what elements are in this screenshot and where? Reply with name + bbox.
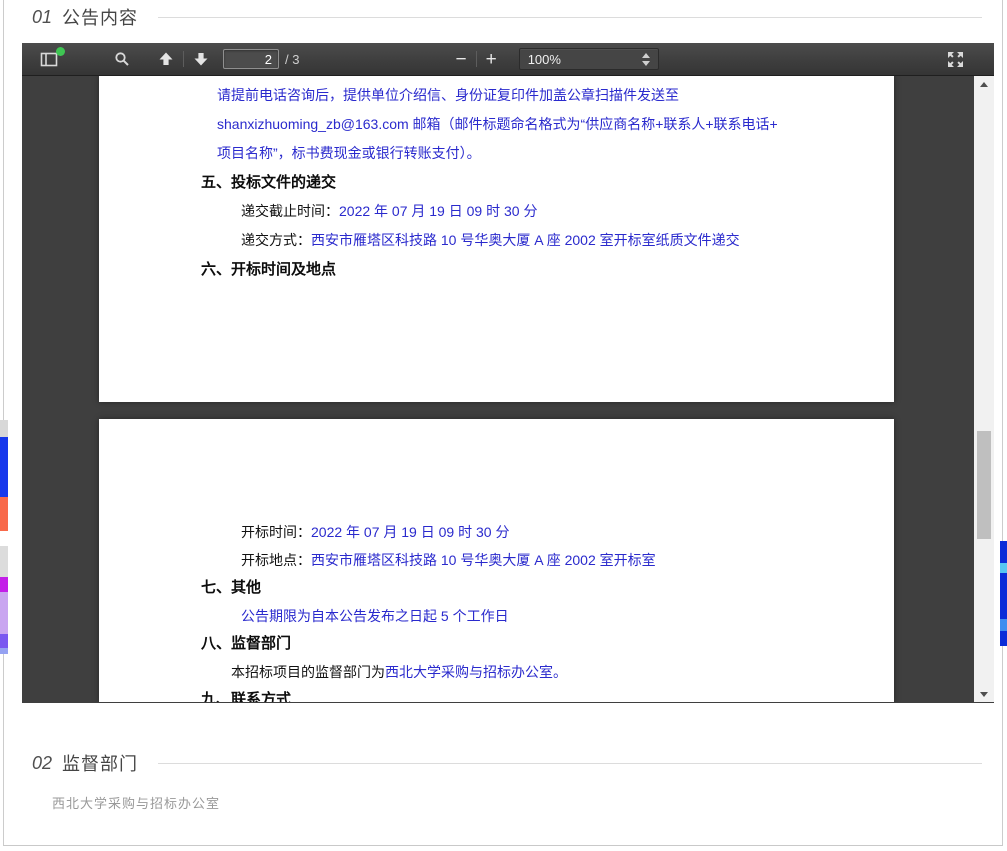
share-widget-segment[interactable]: [0, 592, 8, 634]
zoom-out-icon: −: [455, 50, 466, 69]
pdf-viewer: / 3 − + 100%: [22, 43, 994, 703]
left-share-widget[interactable]: [0, 420, 8, 654]
share-widget-segment[interactable]: [0, 648, 8, 654]
page-number-input[interactable]: [223, 49, 279, 69]
doc-value: 西安市雁塔区科技路 10 号华奥大厦 A 座 2002 室开标室: [311, 552, 656, 568]
fullscreen-icon: [947, 51, 964, 68]
supervision-department-text: 西北大学采购与招标办公室: [52, 793, 220, 812]
doc-section-heading: 五、投标文件的递交: [99, 168, 894, 197]
share-widget-segment[interactable]: [0, 420, 8, 437]
sidebar-toggle-icon: [40, 51, 58, 67]
doc-label: 递交截止时间：: [241, 203, 339, 219]
section-number: 01: [32, 7, 52, 28]
notification-dot-icon: [56, 47, 65, 56]
doc-label: 本招标项目的监督部门为: [231, 664, 385, 680]
page-down-icon: [193, 51, 209, 67]
pdf-scrollbar[interactable]: [974, 76, 994, 702]
doc-text-line: 公告期限为自本公告发布之日起 5 个工作日: [99, 602, 894, 630]
zoom-level-select[interactable]: 100%: [519, 48, 659, 70]
search-icon: [114, 51, 130, 67]
section-heading-announcement: 01 公告内容: [32, 4, 982, 30]
doc-text-line: 请提前电话咨询后，提供单位介绍信、身份证复印件加盖公章扫描件发送至: [99, 81, 894, 110]
doc-text-line: 项目名称”，标书费现金或银行转账支付）。: [99, 139, 894, 168]
share-widget-segment[interactable]: [0, 437, 8, 497]
previous-page-button[interactable]: [152, 46, 180, 72]
heading-divider-line: [158, 17, 982, 18]
doc-section-heading: 七、其他: [99, 574, 894, 602]
doc-value: 2022 年 07 月 19 日 09 时 30 分: [339, 203, 537, 219]
zoom-select-spinner-icon: [642, 53, 650, 66]
doc-value: 西安市雁塔区科技路 10 号华奥大厦 A 座 2002 室开标室纸质文件递交: [311, 232, 740, 248]
pdf-canvas-area: 请提前电话咨询后，提供单位介绍信、身份证复印件加盖公章扫描件发送至shanxiz…: [22, 76, 994, 702]
zoom-in-button[interactable]: +: [480, 46, 503, 72]
heading-divider-line: [158, 763, 982, 764]
scroll-down-arrow[interactable]: [974, 686, 994, 702]
page-up-icon: [158, 51, 174, 67]
doc-label: 开标地点：: [241, 552, 311, 568]
share-widget-segment[interactable]: [0, 634, 8, 648]
section-title: 监督部门: [62, 750, 138, 776]
search-button[interactable]: [108, 46, 136, 72]
doc-value: 西北大学采购与招标办公室。: [385, 664, 567, 680]
zoom-level-value: 100%: [528, 52, 642, 67]
toolbar-separator: [476, 51, 477, 67]
pdf-toolbar: / 3 − + 100%: [22, 43, 994, 76]
doc-text-line: 递交截止时间：2022 年 07 月 19 日 09 时 30 分: [99, 197, 894, 226]
sidebar-toggle-button[interactable]: [34, 46, 64, 72]
doc-value: 2022 年 07 月 19 日 09 时 30 分: [311, 524, 509, 540]
doc-text-line: 递交方式：西安市雁塔区科技路 10 号华奥大厦 A 座 2002 室开标室纸质文…: [99, 226, 894, 255]
zoom-out-button[interactable]: −: [449, 46, 472, 72]
doc-text-line: 开标地点：西安市雁塔区科技路 10 号华奥大厦 A 座 2002 室开标室: [99, 546, 894, 574]
content-panel: 01 公告内容: [3, 0, 1003, 846]
doc-label: 递交方式：: [241, 232, 311, 248]
right-floating-widget[interactable]: [1000, 541, 1007, 646]
zoom-in-icon: +: [486, 50, 497, 69]
share-widget-segment[interactable]: [0, 577, 8, 592]
scroll-up-arrow[interactable]: [974, 76, 994, 92]
toolbar-separator: [183, 51, 184, 67]
share-widget-segment[interactable]: [0, 546, 8, 577]
scrollbar-thumb[interactable]: [977, 431, 991, 539]
doc-label: 开标时间：: [241, 524, 311, 540]
next-page-button[interactable]: [187, 46, 215, 72]
floating-widget-accent: [1000, 563, 1007, 573]
fullscreen-button[interactable]: [941, 46, 970, 72]
floating-widget-accent: [1000, 619, 1007, 631]
share-widget-segment[interactable]: [0, 497, 8, 531]
pdf-page-1: 请提前电话咨询后，提供单位介绍信、身份证复印件加盖公章扫描件发送至shanxiz…: [99, 76, 894, 402]
section-title: 公告内容: [62, 4, 138, 30]
doc-text-line: shanxizhuoming_zb@163.com 邮箱（邮件标题命名格式为“供…: [99, 110, 894, 139]
doc-section-heading: 九、联系方式: [99, 686, 894, 702]
doc-text-line: 本招标项目的监督部门为西北大学采购与招标办公室。: [99, 658, 894, 686]
section-number: 02: [32, 753, 52, 774]
doc-section-heading: 八、监督部门: [99, 630, 894, 658]
doc-section-heading: 六、开标时间及地点: [99, 255, 894, 284]
section-heading-supervision: 02 监督部门: [32, 750, 982, 776]
share-widget-segment[interactable]: [0, 531, 8, 546]
page-count-label: / 3: [285, 52, 299, 67]
doc-text-line: 开标时间：2022 年 07 月 19 日 09 时 30 分: [99, 518, 894, 546]
pdf-page-2: 开标时间：2022 年 07 月 19 日 09 时 30 分开标地点：西安市雁…: [99, 419, 894, 702]
